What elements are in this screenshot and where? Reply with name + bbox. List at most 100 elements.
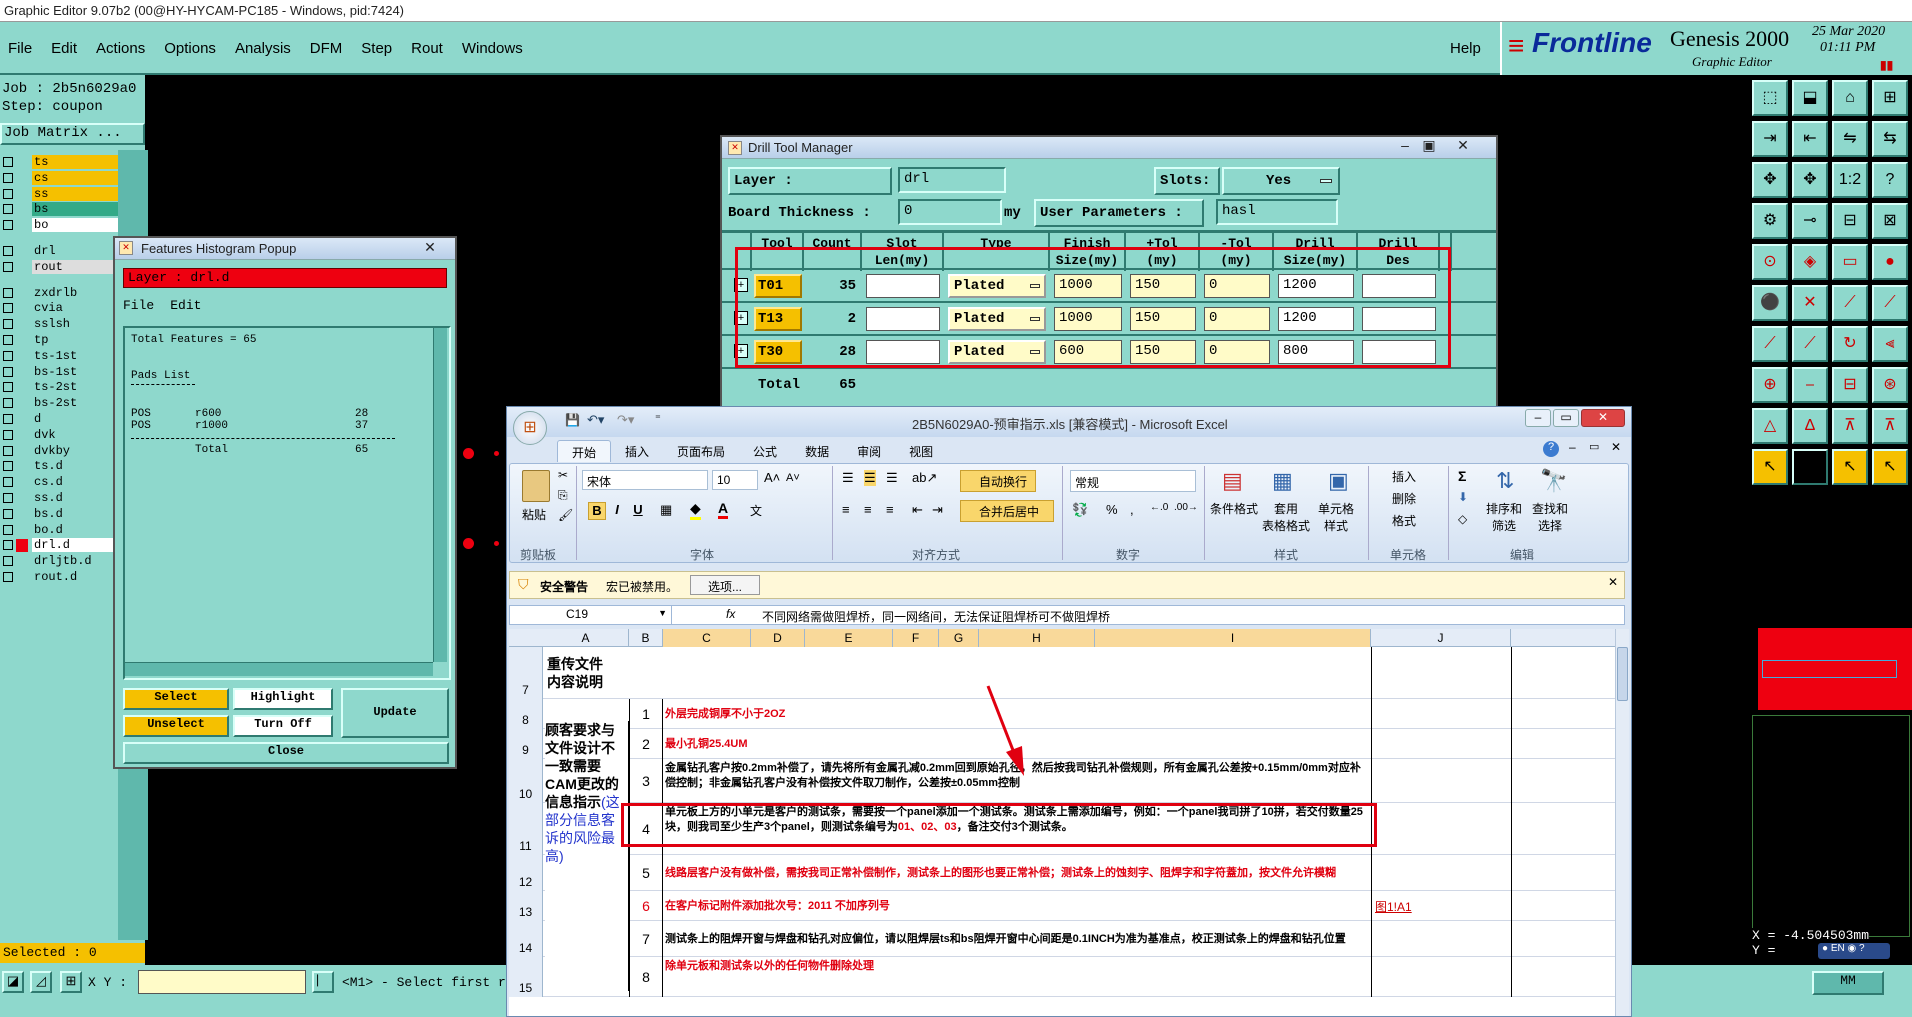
- layer-name[interactable]: bs: [32, 202, 118, 217]
- row-header[interactable]: 10: [509, 759, 543, 803]
- cell-j[interactable]: 图1!A1: [1375, 898, 1511, 915]
- checkbox-icon[interactable]: [3, 382, 13, 393]
- decrease-indent-icon[interactable]: ⇤: [912, 502, 923, 518]
- align-bottom-icon[interactable]: ☰: [886, 470, 898, 486]
- layer-name[interactable]: ss: [32, 186, 118, 201]
- shrink-font-icon[interactable]: A˅: [786, 472, 800, 484]
- layer-row-bs[interactable]: bs: [0, 202, 118, 217]
- layer-name[interactable]: bo.d: [32, 522, 118, 537]
- phonetic-icon[interactable]: 文: [750, 502, 762, 519]
- borders-icon[interactable]: ▦: [660, 502, 672, 518]
- tool-icon-34[interactable]: Δ: [1792, 408, 1828, 444]
- layer-name[interactable]: drljtb.d: [32, 554, 118, 569]
- menu-item-rout[interactable]: Rout: [411, 40, 443, 57]
- checkbox-icon[interactable]: [3, 493, 13, 503]
- tool-icon-24[interactable]: ⟋: [1872, 285, 1908, 321]
- layer-row-cs[interactable]: cs: [0, 170, 118, 186]
- column-header-D[interactable]: D: [751, 629, 805, 647]
- fx-icon[interactable]: fx: [726, 607, 735, 621]
- fill-icon[interactable]: ⬇: [1458, 490, 1468, 504]
- layer-name[interactable]: cvia: [32, 301, 118, 316]
- layer-row-bs-1st[interactable]: bs-1st: [0, 364, 118, 380]
- checkbox-icon[interactable]: [3, 398, 13, 409]
- ribbon-tab-5[interactable]: 数据: [791, 440, 843, 462]
- table-format-label[interactable]: 套用 表格格式: [1262, 500, 1310, 534]
- row-header[interactable]: 9: [509, 729, 543, 759]
- layer-row-ss-d[interactable]: ss.d: [0, 491, 118, 506]
- decrease-decimal-icon[interactable]: .00→: [1174, 502, 1198, 513]
- checkbox-icon[interactable]: [3, 445, 13, 456]
- layer-row-zxdrlb[interactable]: zxdrlb: [0, 285, 118, 301]
- row-header[interactable]: 13: [509, 891, 543, 921]
- quick-access-dropdown[interactable]: ⁼: [655, 412, 661, 425]
- layer-name[interactable]: bs-2st: [32, 396, 118, 411]
- row-header[interactable]: 15: [509, 957, 543, 997]
- cell-style-label[interactable]: 单元格 样式: [1318, 500, 1354, 534]
- merged-cell-a[interactable]: 顾客要求与文件设计不一致需要CAM更改的信息指示(这部分信息客诉的风险最高): [545, 721, 629, 991]
- font-name-select[interactable]: 宋体: [582, 470, 708, 490]
- layer-name[interactable]: ts: [32, 155, 118, 169]
- layer-row-ts[interactable]: ts: [0, 155, 118, 170]
- checkbox-icon[interactable]: [3, 287, 13, 298]
- checkbox-icon[interactable]: [3, 157, 13, 167]
- checkbox-icon[interactable]: [3, 429, 13, 440]
- slots-select[interactable]: Yes: [1222, 167, 1340, 195]
- comma-icon[interactable]: ,: [1130, 502, 1134, 517]
- cell-style-icon[interactable]: ▣: [1328, 468, 1349, 494]
- layer-row-drl[interactable]: drl: [0, 244, 118, 259]
- cell-b[interactable]: 6: [629, 891, 663, 921]
- layer-name[interactable]: ts.d: [32, 459, 118, 474]
- checkbox-icon[interactable]: [3, 350, 13, 361]
- font-size-select[interactable]: 10: [712, 470, 758, 490]
- horizontal-scrollbar[interactable]: [125, 662, 433, 676]
- close-button[interactable]: Close: [123, 742, 449, 764]
- align-top-icon[interactable]: ☰: [842, 470, 854, 486]
- row-header[interactable]: 8: [509, 699, 543, 729]
- format-painter-icon[interactable]: 🖌: [558, 508, 573, 522]
- column-header-H[interactable]: H: [979, 629, 1095, 647]
- units-button[interactable]: MM: [1812, 971, 1884, 995]
- layer-name[interactable]: dvkby: [32, 443, 118, 458]
- vertical-scrollbar[interactable]: [433, 328, 447, 662]
- tool-icon-21[interactable]: ⚫: [1752, 285, 1788, 321]
- layer-row-drljtb-d[interactable]: drljtb.d: [0, 554, 118, 569]
- layer-name[interactable]: drl.d: [32, 538, 118, 553]
- tool-icon-23[interactable]: ⟋: [1832, 285, 1868, 321]
- number-format-select[interactable]: 常规: [1070, 470, 1196, 492]
- office-button[interactable]: ⊞: [513, 411, 547, 445]
- delete-cells-button[interactable]: 删除: [1392, 490, 1416, 507]
- cell-b[interactable]: 8: [629, 957, 663, 997]
- tool-icon-3[interactable]: ⌂: [1832, 80, 1868, 116]
- tool-icon-37[interactable]: ↖: [1752, 449, 1788, 485]
- snap-icon[interactable]: ◪: [2, 971, 24, 993]
- layer-row-bo-d[interactable]: bo.d: [0, 522, 118, 538]
- cell-b[interactable]: 2: [629, 729, 663, 759]
- tool-icon-19[interactable]: ▭: [1832, 244, 1868, 280]
- tool-icon-16[interactable]: ⊠: [1872, 203, 1908, 239]
- paste-label[interactable]: 粘贴: [522, 506, 546, 523]
- tool-icon-32[interactable]: ⊛: [1872, 367, 1908, 403]
- checkbox-icon[interactable]: [3, 335, 13, 345]
- layer-name[interactable]: drl: [32, 244, 118, 258]
- menu-item-options[interactable]: Options: [164, 40, 216, 57]
- user-params-field[interactable]: hasl: [1216, 199, 1338, 225]
- tool-icon-7[interactable]: ⇋: [1832, 121, 1868, 157]
- italic-icon[interactable]: I: [608, 502, 626, 520]
- row-header[interactable]: 12: [509, 855, 543, 891]
- unselect-button[interactable]: Unselect: [123, 715, 229, 737]
- menu-item-edit[interactable]: Edit: [51, 40, 77, 57]
- cell-c[interactable]: 在客户标记附件添加批次号：2011 不加序列号: [665, 893, 1369, 919]
- sort-filter-icon[interactable]: ⇅: [1496, 468, 1514, 494]
- checkbox-icon[interactable]: [3, 524, 13, 535]
- close-icon[interactable]: ✕: [1452, 138, 1474, 154]
- tool-icon-29[interactable]: ⊕: [1752, 367, 1788, 403]
- layer-name[interactable]: cs.d: [32, 475, 118, 490]
- currency-icon[interactable]: 💱: [1072, 502, 1088, 518]
- conditional-format-icon[interactable]: ▤: [1222, 468, 1243, 494]
- tool-icon-10[interactable]: ✥: [1792, 162, 1828, 198]
- grid-icon[interactable]: ⊞: [60, 971, 82, 993]
- bold-icon[interactable]: B: [588, 502, 606, 520]
- tool-icon-4[interactable]: ⊞: [1872, 80, 1908, 116]
- minimize-icon[interactable]: –: [1394, 138, 1416, 154]
- column-header-B[interactable]: B: [629, 629, 663, 647]
